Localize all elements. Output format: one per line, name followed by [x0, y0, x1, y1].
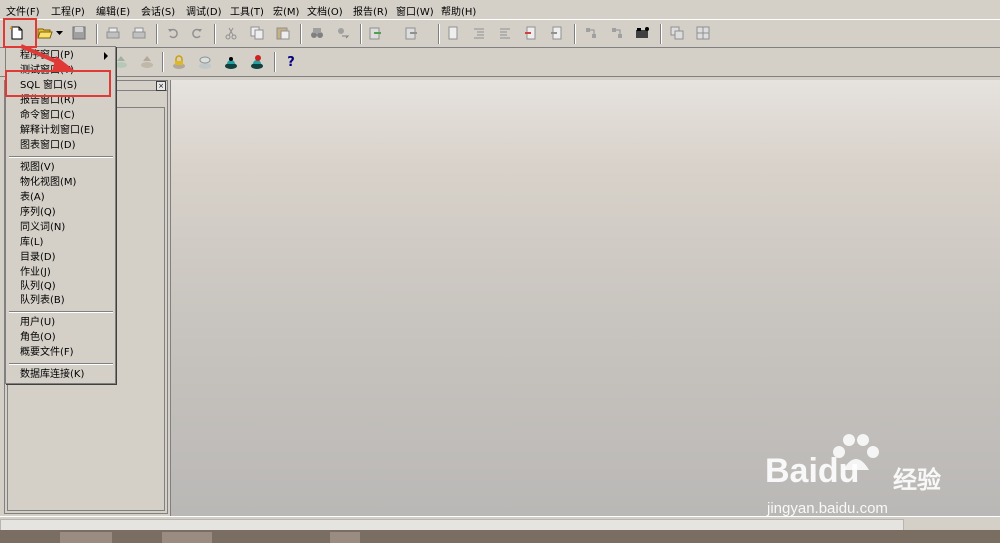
watermark-cn: 经验: [893, 466, 941, 494]
watermark-url: jingyan.baidu.com: [767, 500, 888, 517]
find-icon[interactable]: [308, 24, 326, 42]
menu-item-database-link[interactable]: 数据库连接(K): [20, 369, 84, 381]
menu-item-directory[interactable]: 目录(D): [20, 252, 56, 264]
menu-debug[interactable]: 调试(D): [186, 3, 222, 18]
menu-item-materialized-view[interactable]: 物化视图(M): [20, 177, 76, 189]
menu-report[interactable]: 报告(R): [353, 3, 388, 18]
menu-bar: 文件(F) 工程(P) 编辑(E) 会话(S) 调试(D) 工具(T) 宏(M)…: [0, 0, 1000, 20]
menu-item-diagram-window[interactable]: 图表窗口(D): [20, 140, 76, 152]
menu-separator: [9, 363, 113, 365]
taskbar-item[interactable]: [330, 532, 360, 543]
annotation-arrow-icon: [20, 44, 74, 72]
outdent-icon[interactable]: [496, 24, 514, 42]
menu-item-library[interactable]: 库(L): [20, 237, 43, 249]
commit-active-icon[interactable]: [222, 53, 240, 71]
document-icon[interactable]: [444, 24, 462, 42]
menu-macro[interactable]: 宏(M): [273, 3, 299, 18]
tile-windows-icon[interactable]: [694, 24, 712, 42]
menu-docs[interactable]: 文档(O): [307, 3, 343, 18]
menu-item-queue-table[interactable]: 队列表(B): [20, 295, 65, 307]
menu-item-table[interactable]: 表(A): [20, 192, 45, 204]
submenu-arrow-icon: [104, 52, 108, 60]
taskbar-item[interactable]: [162, 532, 212, 543]
menu-item-queue[interactable]: 队列(Q): [20, 281, 56, 293]
menu-separator: [9, 311, 113, 313]
dropdown-arrow-icon[interactable]: [55, 24, 65, 42]
menu-project[interactable]: 工程(P): [51, 3, 85, 18]
menu-separator: [9, 156, 113, 158]
compile-icon[interactable]: [366, 24, 384, 42]
paste-icon[interactable]: [274, 24, 292, 42]
menu-item-user[interactable]: 用户(U): [20, 317, 55, 329]
copy-icon[interactable]: [248, 24, 266, 42]
menu-item-sequence[interactable]: 序列(Q): [20, 207, 56, 219]
cascade-windows-icon[interactable]: [668, 24, 686, 42]
film-icon[interactable]: [634, 24, 652, 42]
uncomment-icon[interactable]: [548, 24, 566, 42]
cut-icon[interactable]: [222, 24, 240, 42]
print-preview-icon[interactable]: [130, 24, 148, 42]
menu-tools[interactable]: 工具(T): [230, 3, 264, 18]
menu-session[interactable]: 会话(S): [141, 3, 175, 18]
taskbar-item[interactable]: [60, 532, 112, 543]
baidu-watermark: Baidu 经验 jingyan.baidu.com: [765, 430, 985, 520]
undo-icon[interactable]: [164, 24, 182, 42]
menu-item-job[interactable]: 作业(J): [20, 267, 51, 279]
watermark-brand: Baidu: [765, 452, 860, 490]
save-icon[interactable]: [70, 24, 88, 42]
redo-icon[interactable]: [188, 24, 206, 42]
object-browser-icon[interactable]: [608, 24, 626, 42]
open-icon[interactable]: [36, 24, 54, 42]
replace-icon[interactable]: [334, 24, 352, 42]
disconnect-icon[interactable]: [138, 53, 156, 71]
help-icon[interactable]: ?: [282, 53, 300, 71]
lock-icon[interactable]: [170, 53, 188, 71]
menu-window[interactable]: 窗口(W): [396, 3, 434, 18]
menu-item-profile[interactable]: 概要文件(F): [20, 347, 74, 359]
menu-edit[interactable]: 编辑(E): [96, 3, 130, 18]
menu-file[interactable]: 文件(F): [6, 3, 40, 18]
menu-help[interactable]: 帮助(H): [441, 3, 476, 18]
indent-icon[interactable]: [470, 24, 488, 42]
menu-item-role[interactable]: 角色(O): [20, 332, 56, 344]
rollback-icon[interactable]: [248, 53, 266, 71]
commit-icon[interactable]: [196, 53, 214, 71]
main-toolbar: [0, 20, 1000, 48]
menu-item-synonym[interactable]: 同义词(N): [20, 222, 65, 234]
menu-item-view[interactable]: 视图(V): [20, 162, 55, 174]
comment-icon[interactable]: [522, 24, 540, 42]
object-icon[interactable]: [582, 24, 600, 42]
secondary-toolbar: ?: [0, 48, 1000, 77]
taskbar-strip: [0, 530, 1000, 543]
execute-icon[interactable]: [402, 24, 420, 42]
print-icon[interactable]: [104, 24, 122, 42]
menu-item-command-window[interactable]: 命令窗口(C): [20, 110, 75, 122]
menu-item-explain-plan-window[interactable]: 解释计划窗口(E): [20, 125, 94, 137]
close-icon[interactable]: ×: [156, 81, 166, 91]
